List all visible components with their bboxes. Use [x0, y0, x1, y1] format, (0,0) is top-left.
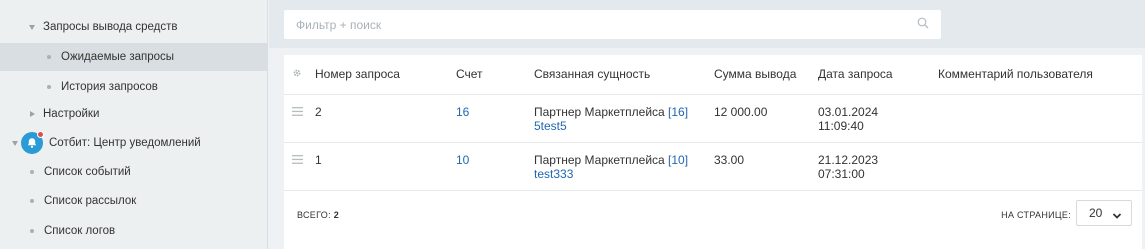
requests-table: Номер запроса Счет Связанная сущность Су… — [284, 55, 1142, 249]
account-link[interactable]: 10 — [456, 153, 469, 167]
gear-icon[interactable] — [284, 67, 306, 81]
sidebar-item-label: Список логов — [44, 225, 116, 237]
search-box[interactable] — [284, 10, 941, 39]
entity-type: Партнер Маркетплейса — [534, 153, 665, 167]
per-page-select[interactable]: 20 — [1076, 200, 1132, 226]
request-date: 03.01.2024 — [818, 105, 879, 119]
sidebar-item-label: Настройки — [43, 108, 100, 120]
withdrawal-amount: 12 000.00 — [714, 105, 768, 119]
filter-toolbar — [269, 0, 1145, 48]
per-page-value: 20 — [1089, 206, 1103, 220]
bullet-icon — [30, 170, 34, 174]
sidebar-item-event-list[interactable]: Список событий — [0, 158, 267, 186]
sidebar-item-log-list[interactable]: Список логов — [0, 217, 267, 245]
request-date: 21.12.2023 — [818, 153, 879, 167]
sidebar-item-mailing-list[interactable]: Список рассылок — [0, 187, 267, 215]
table-row[interactable]: 1 10 Партнер Маркетплейса [10] test333 3… — [284, 142, 1142, 190]
request-time: 11:09:40 — [818, 119, 864, 133]
chevron-down-icon — [1112, 209, 1122, 223]
entity-id-link[interactable]: [16] — [668, 105, 688, 119]
sidebar-item-label: История запросов — [61, 81, 158, 93]
arrow-down-icon — [29, 24, 35, 30]
total-label: ВСЕГО: — [297, 210, 331, 220]
withdrawal-amount: 33.00 — [714, 153, 745, 167]
bullet-icon — [47, 85, 51, 89]
entity-name-link[interactable]: 5test5 — [534, 119, 567, 133]
drag-handle-icon[interactable] — [284, 105, 306, 142]
request-number: 1 — [315, 153, 322, 167]
sidebar-item-request-history[interactable]: История запросов — [0, 73, 267, 101]
table-footer: ВСЕГО: 2 НА СТРАНИЦЕ: 20 — [284, 190, 1142, 249]
total-value: 2 — [333, 210, 340, 220]
sidebar-item-label: Ожидаемые запросы — [61, 51, 175, 63]
request-number: 2 — [315, 105, 322, 119]
column-header-account[interactable]: Счет — [456, 67, 534, 81]
sidebar-item-label: Запросы вывода средств — [43, 21, 178, 33]
column-header-date[interactable]: Дата запроса — [818, 67, 938, 81]
bullet-icon — [30, 199, 34, 203]
request-time: 07:31:00 — [818, 167, 865, 181]
arrow-right-icon — [30, 111, 35, 117]
bullet-icon — [47, 55, 51, 59]
main-content: Номер запроса Счет Связанная сущность Су… — [269, 0, 1145, 249]
table-row[interactable]: 2 16 Партнер Маркетплейса [16] 5test5 12… — [284, 94, 1142, 142]
sidebar: Запросы вывода средств Ожидаемые запросы… — [0, 0, 268, 249]
column-header-entity[interactable]: Связанная сущность — [534, 67, 714, 81]
search-icon[interactable] — [917, 17, 929, 32]
total-count: ВСЕГО: 2 — [297, 210, 339, 220]
table-header: Номер запроса Счет Связанная сущность Су… — [284, 55, 1142, 93]
sidebar-item-notification-center[interactable]: Сотбит: Центр уведомлений — [0, 129, 267, 157]
sidebar-item-settings[interactable]: Настройки — [0, 100, 267, 128]
sidebar-item-withdrawal-requests[interactable]: Запросы вывода средств — [0, 13, 267, 41]
user-comment — [938, 105, 1142, 142]
column-header-number[interactable]: Номер запроса — [306, 67, 456, 81]
entity-type: Партнер Маркетплейса — [534, 105, 665, 119]
bell-icon — [21, 131, 44, 154]
bullet-icon — [30, 229, 34, 233]
arrow-down-icon — [12, 140, 18, 146]
sidebar-item-label: Список рассылок — [44, 195, 137, 207]
search-input[interactable] — [296, 17, 917, 32]
sidebar-item-label: Сотбит: Центр уведомлений — [49, 137, 201, 149]
drag-handle-icon[interactable] — [284, 153, 306, 190]
account-link[interactable]: 16 — [456, 105, 469, 119]
sidebar-item-pending-requests[interactable]: Ожидаемые запросы — [0, 43, 267, 71]
column-header-amount[interactable]: Сумма вывода — [714, 67, 818, 81]
entity-name-link[interactable]: test333 — [534, 167, 573, 181]
per-page-label: НА СТРАНИЦЕ: — [1001, 210, 1071, 220]
notification-dot — [37, 131, 44, 138]
user-comment — [938, 153, 1142, 190]
sidebar-item-label: Список событий — [44, 166, 131, 178]
entity-id-link[interactable]: [10] — [668, 153, 688, 167]
column-header-comment[interactable]: Комментарий пользователя — [938, 67, 1142, 81]
